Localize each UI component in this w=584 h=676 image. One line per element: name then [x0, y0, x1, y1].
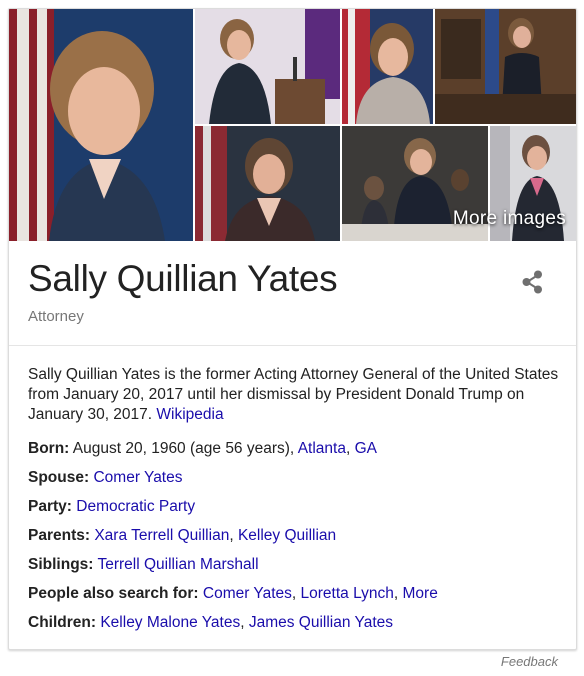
fact-link-party[interactable]: Democratic Party — [76, 498, 195, 515]
separator: , — [393, 585, 399, 602]
fact-label: Party: — [28, 498, 72, 515]
description: Sally Quillian Yates is the former Actin… — [28, 365, 563, 425]
fact-label: People also search for: — [28, 585, 199, 602]
fact-link-more[interactable]: More — [403, 585, 438, 602]
separator: , — [345, 440, 351, 457]
fact-siblings: Siblings: Terrell Quillian Marshall — [28, 555, 568, 584]
share-icon[interactable] — [518, 267, 548, 297]
photo-portrait-flag[interactable] — [195, 126, 340, 241]
photo-podium[interactable] — [195, 9, 340, 124]
more-images-link[interactable]: More images — [453, 208, 566, 230]
description-text: Sally Quillian Yates is the former Actin… — [28, 366, 559, 423]
fact-link-spouse[interactable]: Comer Yates — [93, 469, 182, 486]
facts-list: Born: August 20, 1960 (age 56 years), At… — [28, 439, 568, 642]
fact-label: Siblings: — [28, 556, 94, 573]
fact-value: August 20, 1960 (age 56 years), — [72, 440, 295, 457]
fact-link-sibling[interactable]: Terrell Quillian Marshall — [97, 556, 258, 573]
fact-link-person-1[interactable]: Comer Yates — [203, 585, 292, 602]
fact-party: Party: Democratic Party — [28, 497, 568, 526]
fact-label: Children: — [28, 614, 97, 631]
wikipedia-link[interactable]: Wikipedia — [156, 406, 223, 423]
photo-office[interactable] — [435, 9, 576, 124]
knowledge-panel: More images Sally Quillian Yates Attorne… — [8, 8, 577, 650]
main-photo[interactable] — [9, 9, 193, 241]
fact-link-child-1[interactable]: Kelley Malone Yates — [100, 614, 240, 631]
fact-label: Parents: — [28, 527, 91, 544]
entity-title: Sally Quillian Yates — [28, 258, 338, 299]
image-grid: More images — [9, 9, 576, 241]
fact-link-atlanta[interactable]: Atlanta — [298, 440, 346, 457]
separator: , — [240, 614, 245, 631]
photo-flag[interactable] — [342, 9, 433, 124]
separator: , — [229, 527, 234, 544]
fact-link-parent-1[interactable]: Xara Terrell Quillian — [94, 527, 229, 544]
fact-link-ga[interactable]: GA — [355, 440, 377, 457]
fact-people-also-search: People also search for: Comer Yates, Lor… — [28, 584, 568, 613]
fact-link-person-2[interactable]: Loretta Lynch — [301, 585, 394, 602]
separator: , — [291, 585, 297, 602]
entity-type: Attorney — [28, 308, 84, 325]
fact-children: Children: Kelley Malone Yates, James Qui… — [28, 613, 568, 642]
fact-born: Born: August 20, 1960 (age 56 years), At… — [28, 439, 568, 468]
fact-label: Born: — [28, 440, 70, 457]
fact-label: Spouse: — [28, 469, 90, 486]
portrait-image — [9, 9, 193, 241]
feedback-link[interactable]: Feedback — [501, 654, 558, 669]
fact-link-parent-2[interactable]: Kelley Quillian — [238, 527, 336, 544]
fact-parents: Parents: Xara Terrell Quillian, Kelley Q… — [28, 526, 568, 555]
fact-link-child-2[interactable]: James Quillian Yates — [249, 614, 393, 631]
fact-spouse: Spouse: Comer Yates — [28, 468, 568, 497]
divider — [9, 345, 576, 346]
